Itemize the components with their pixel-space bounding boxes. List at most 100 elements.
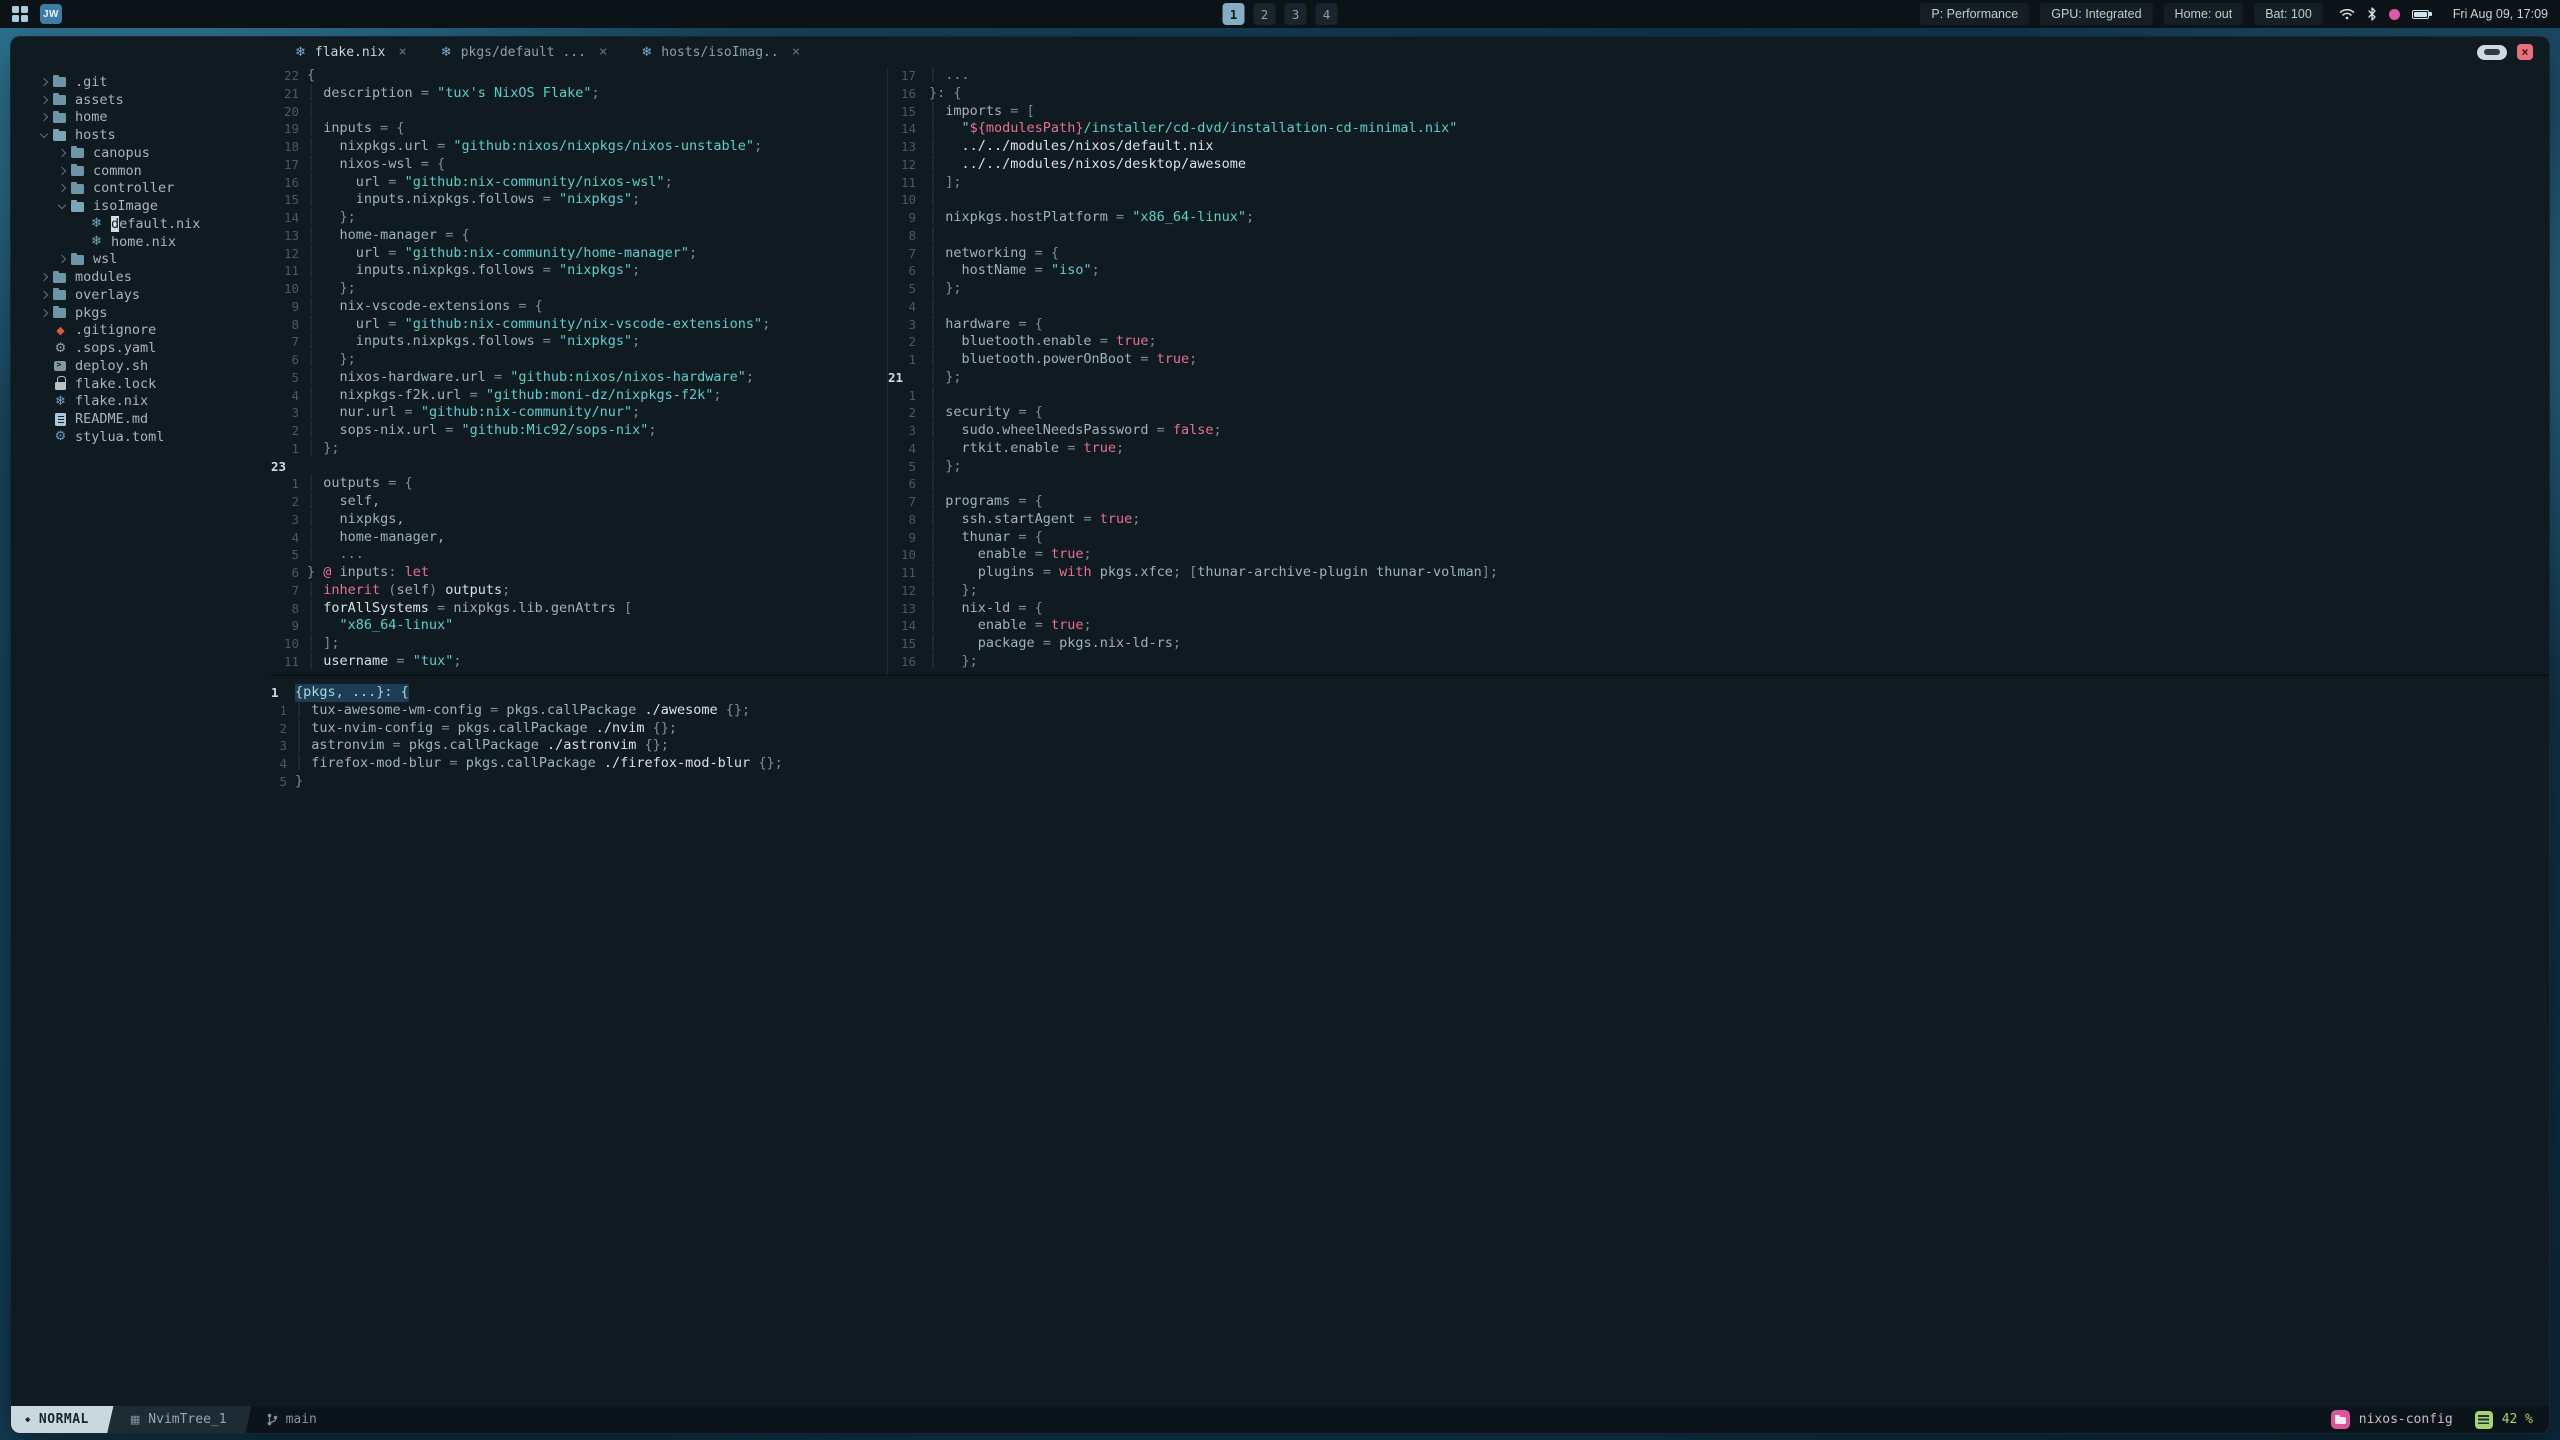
- chevron-closed-icon[interactable]: [37, 76, 52, 88]
- code-line[interactable]: 5 │ };: [888, 458, 2549, 476]
- tree-item-stylua.toml[interactable]: ⚙ stylua.toml: [33, 428, 271, 446]
- workspace-button-3[interactable]: 3: [1284, 3, 1307, 25]
- code-line[interactable]: 16}: {: [888, 85, 2549, 103]
- code-line[interactable]: 11 │ plugins = with pkgs.xfce; [thunar-ar…: [888, 564, 2549, 582]
- tree-item-canopus[interactable]: canopus: [33, 144, 271, 162]
- chevron-closed-icon[interactable]: [37, 94, 52, 106]
- code-line[interactable]: 7 │ networking = {: [888, 245, 2549, 263]
- chevron-closed-icon[interactable]: [55, 182, 70, 194]
- code-line[interactable]: 5 │ };: [888, 280, 2549, 298]
- tab-close-icon[interactable]: ×: [792, 44, 800, 60]
- code-line[interactable]: 17 │ ...: [888, 67, 2549, 85]
- code-line[interactable]: 14 │ enable = true;: [888, 617, 2549, 635]
- code-line[interactable]: 6 │: [888, 475, 2549, 493]
- code-line[interactable]: 7 │ inherit (self) outputs;: [271, 582, 887, 600]
- workspace-button-1[interactable]: 1: [1222, 3, 1245, 25]
- code-line[interactable]: 10 │ ];: [271, 635, 887, 653]
- code-line[interactable]: 18 │ nixpkgs.url = "github:nixos/nixpkgs/…: [271, 138, 887, 156]
- chevron-open-icon[interactable]: [37, 129, 52, 141]
- tree-item-isoImage[interactable]: isoImage: [33, 197, 271, 215]
- battery-icon[interactable]: [2411, 9, 2432, 19]
- code-line[interactable]: 17 │ nixos-wsl = {: [271, 156, 887, 174]
- code-line[interactable]: 4 │ firefox-mod-blur = pkgs.callPackage .…: [271, 755, 2549, 773]
- tree-item-default.nix[interactable]: ❄ default.nix: [33, 215, 271, 233]
- code-line[interactable]: 6} @ inputs: let: [271, 564, 887, 582]
- code-line[interactable]: 6 │ hostName = "iso";: [888, 262, 2549, 280]
- close-button[interactable]: ×: [2517, 44, 2533, 60]
- code-line[interactable]: 3 │ astronvim = pkgs.callPackage ./astron…: [271, 737, 2549, 755]
- code-line[interactable]: 14 │ };: [271, 209, 887, 227]
- code-line[interactable]: 8 │: [888, 227, 2549, 245]
- chevron-closed-icon[interactable]: [55, 165, 70, 177]
- code-line[interactable]: 3 │ nur.url = "github:nix-community/nur";: [271, 404, 887, 422]
- tab-pkgs/default ...[interactable]: ❄ pkgs/default ... ×: [429, 37, 620, 67]
- code-line[interactable]: 21 │ };: [888, 369, 2549, 387]
- code-line[interactable]: 12 │ ../../modules/nixos/desktop/awesome: [888, 156, 2549, 174]
- tree-item-home.nix[interactable]: ❄ home.nix: [33, 233, 271, 251]
- code-line[interactable]: 9 │ nix-vscode-extensions = {: [271, 298, 887, 316]
- tree-item-overlays[interactable]: overlays: [33, 286, 271, 304]
- code-line[interactable]: 13 │ home-manager = {: [271, 227, 887, 245]
- chevron-closed-icon[interactable]: [55, 253, 70, 265]
- code-line[interactable]: 10 │ enable = true;: [888, 546, 2549, 564]
- code-line[interactable]: 2 │ tux-nvim-config = pkgs.callPackage ./…: [271, 720, 2549, 738]
- code-line[interactable]: 1 │ tux-awesome-wm-config = pkgs.callPack…: [271, 702, 2549, 720]
- chevron-closed-icon[interactable]: [37, 307, 52, 319]
- code-line[interactable]: 2 │ bluetooth.enable = true;: [888, 333, 2549, 351]
- code-line[interactable]: 3 │ sudo.wheelNeedsPassword = false;: [888, 422, 2549, 440]
- clock[interactable]: Fri Aug 09, 17:09: [2453, 7, 2548, 21]
- topbar-status-item[interactable]: GPU: Integrated: [2040, 3, 2153, 25]
- code-line[interactable]: 11 │ ];: [888, 174, 2549, 192]
- tab-close-icon[interactable]: ×: [599, 44, 607, 60]
- code-line[interactable]: 14 │ "${modulesPath}/installer/cd-dvd/ins…: [888, 120, 2549, 138]
- workspace-button-2[interactable]: 2: [1253, 3, 1276, 25]
- code-line[interactable]: 7 │ programs = {: [888, 493, 2549, 511]
- chevron-closed-icon[interactable]: [37, 271, 52, 283]
- code-line[interactable]: 8 │ ssh.startAgent = true;: [888, 511, 2549, 529]
- topbar-status-item[interactable]: Home: out: [2163, 3, 2244, 25]
- chevron-open-icon[interactable]: [55, 200, 70, 212]
- code-line[interactable]: 13 │ nix-ld = {: [888, 600, 2549, 618]
- code-line[interactable]: 4 │ rtkit.enable = true;: [888, 440, 2549, 458]
- code-line[interactable]: 9 │ thunar = {: [888, 529, 2549, 547]
- code-line[interactable]: 4 │ nixpkgs-f2k.url = "github:moni-dz/nix…: [271, 387, 887, 405]
- code-line[interactable]: 1 │ bluetooth.powerOnBoot = true;: [888, 351, 2549, 369]
- code-line[interactable]: 10 │ };: [271, 280, 887, 298]
- tree-item-deploy.sh[interactable]: deploy.sh: [33, 357, 271, 375]
- status-dot-icon[interactable]: [2388, 8, 2400, 20]
- wifi-icon[interactable]: [2339, 8, 2355, 20]
- code-line[interactable]: 20 │: [271, 103, 887, 121]
- window-badge[interactable]: JW: [40, 4, 62, 24]
- code-line[interactable]: 19 │ inputs = {: [271, 120, 887, 138]
- tree-item-README.md[interactable]: README.md: [33, 410, 271, 428]
- code-line[interactable]: 10 │: [888, 191, 2549, 209]
- code-line[interactable]: 22 {: [271, 67, 887, 85]
- tree-item-controller[interactable]: controller: [33, 180, 271, 198]
- minimize-button[interactable]: [2477, 44, 2507, 60]
- code-line[interactable]: 21 │ description = "tux's NixOS Flake";: [271, 85, 887, 103]
- code-line[interactable]: 3 │ nixpkgs,: [271, 511, 887, 529]
- tab-flake.nix[interactable]: ❄ flake.nix ×: [283, 37, 419, 67]
- tab-close-icon[interactable]: ×: [398, 44, 406, 60]
- tree-item-pkgs[interactable]: pkgs: [33, 304, 271, 322]
- tab-hosts/isoImag..[interactable]: ❄ hosts/isoImag.. ×: [629, 37, 812, 67]
- workspace-button-4[interactable]: 4: [1315, 3, 1338, 25]
- code-line[interactable]: 2 │ self,: [271, 493, 887, 511]
- tree-item-.sops.yaml[interactable]: ⚙ .sops.yaml: [33, 339, 271, 357]
- tree-item-wsl[interactable]: wsl: [33, 251, 271, 269]
- code-line[interactable]: 1 │ };: [271, 440, 887, 458]
- code-line[interactable]: 5 │ ...: [271, 546, 887, 564]
- code-line[interactable]: 9 │ nixpkgs.hostPlatform = "x86_64-linux"…: [888, 209, 2549, 227]
- code-line[interactable]: 8 │ url = "github:nix-community/nix-vscod…: [271, 316, 887, 334]
- code-line[interactable]: 1 {pkgs, ...}: {: [271, 684, 2549, 702]
- code-line[interactable]: 12 │ url = "github:nix-community/home-man…: [271, 245, 887, 263]
- code-line[interactable]: 6 │ };: [271, 351, 887, 369]
- code-line[interactable]: 11 │ inputs.nixpkgs.follows = "nixpkgs";: [271, 262, 887, 280]
- code-line[interactable]: 13 │ ../../modules/nixos/default.nix: [888, 138, 2549, 156]
- code-line[interactable]: 4 │: [888, 298, 2549, 316]
- code-line[interactable]: 15 │ inputs.nixpkgs.follows = "nixpkgs";: [271, 191, 887, 209]
- code-line[interactable]: 8 │ forAllSystems = nixpkgs.lib.genAttrs …: [271, 600, 887, 618]
- topbar-status-item[interactable]: Bat: 100: [2254, 3, 2323, 25]
- code-line[interactable]: 1 │ outputs = {: [271, 475, 887, 493]
- code-line[interactable]: 15 │ imports = [: [888, 103, 2549, 121]
